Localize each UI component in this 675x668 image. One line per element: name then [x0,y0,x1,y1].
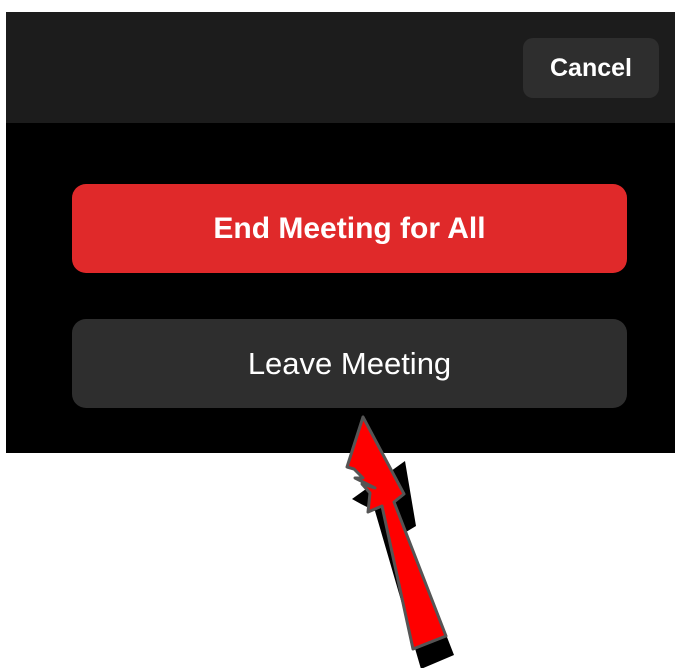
end-meeting-dialog: Cancel End Meeting for All Leave Meeting [6,12,675,453]
leave-meeting-button[interactable]: Leave Meeting [72,319,627,408]
end-meeting-for-all-button[interactable]: End Meeting for All [72,184,627,273]
arrow-shadow [352,461,454,668]
dialog-header: Cancel [6,12,675,123]
cancel-button[interactable]: Cancel [523,38,659,98]
